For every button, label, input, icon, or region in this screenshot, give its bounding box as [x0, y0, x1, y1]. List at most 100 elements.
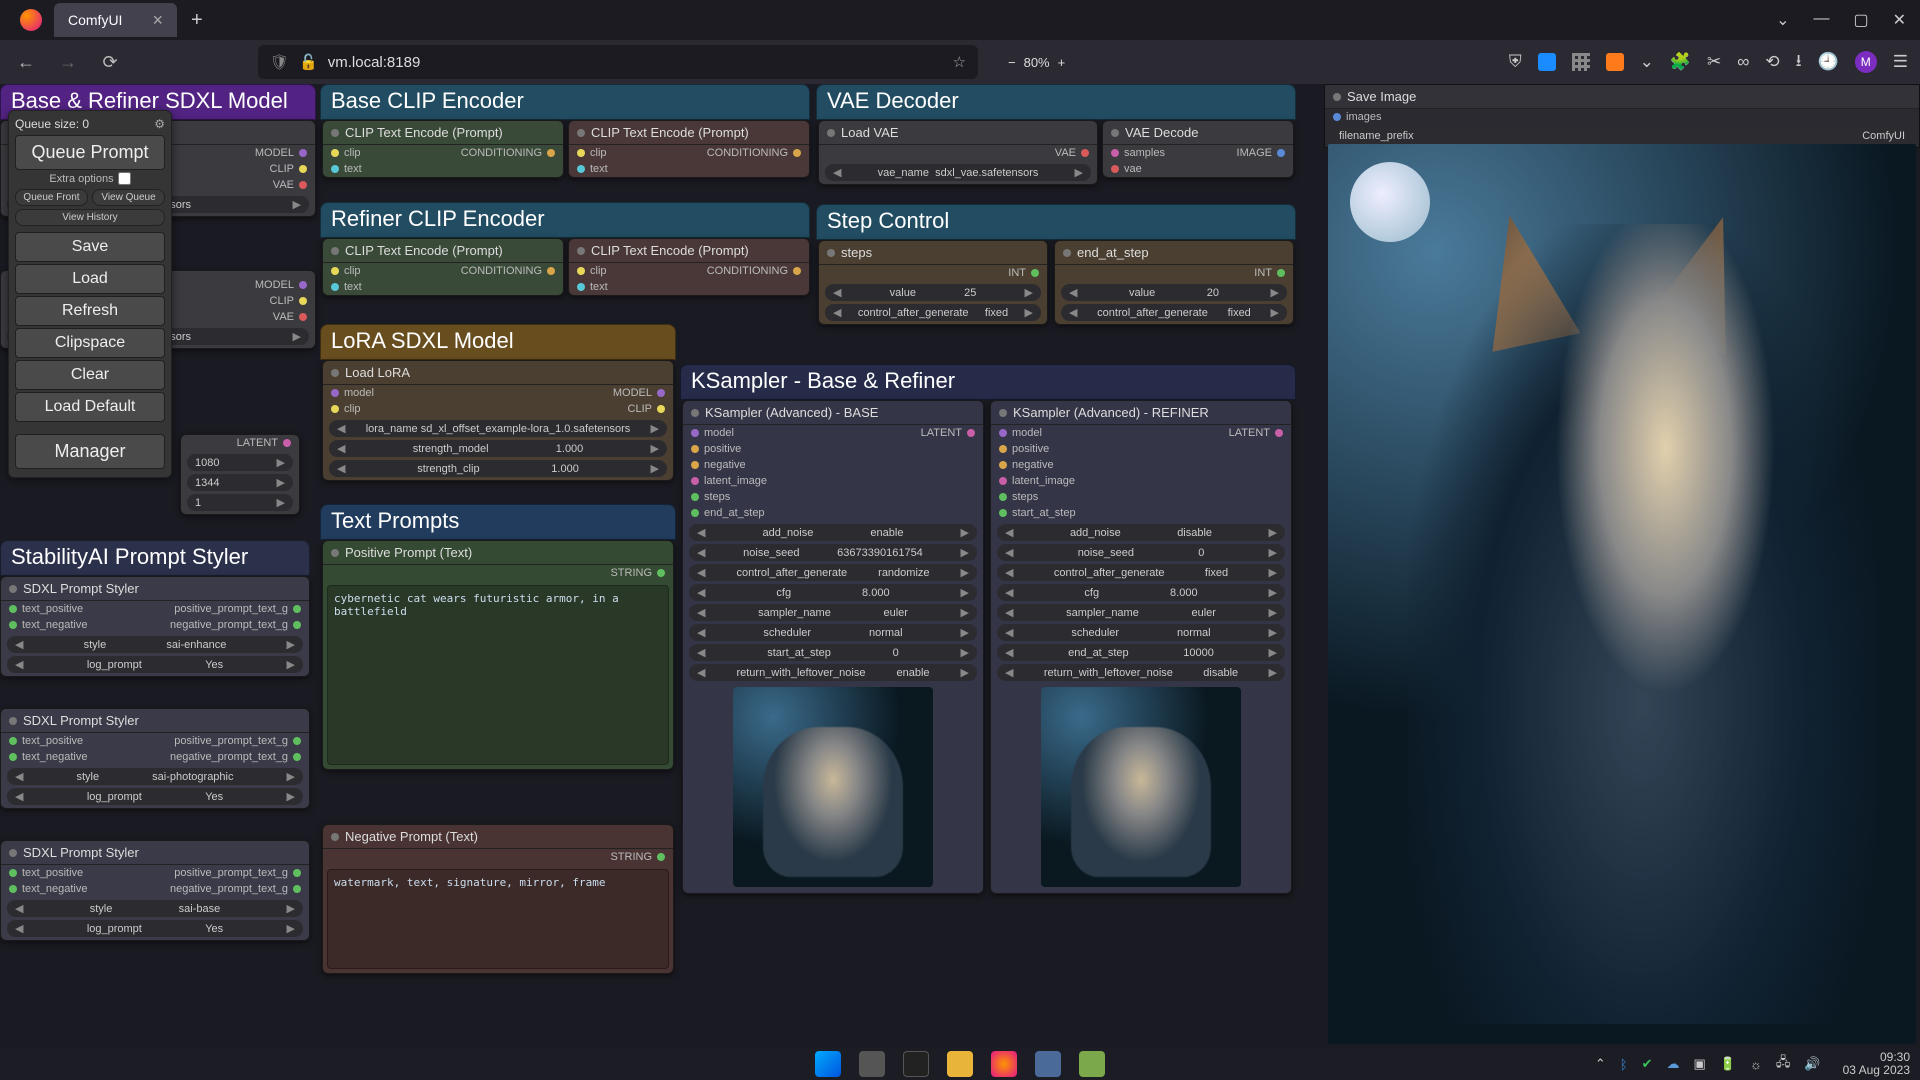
cast-icon[interactable]: ▣	[1694, 1056, 1706, 1072]
lora-strength-model[interactable]: ◀strength_model1.000▶	[329, 440, 667, 457]
extension-orange-icon[interactable]	[1606, 53, 1624, 71]
history-icon[interactable]: 🕘	[1818, 52, 1839, 72]
new-tab-button[interactable]: +	[191, 9, 203, 32]
brightness-icon[interactable]: ☼	[1750, 1057, 1762, 1072]
styler-style[interactable]: ◀stylesai-enhance▶	[7, 636, 303, 653]
lora-name[interactable]: ◀lora_name sd_xl_offset_example-lora_1.0…	[329, 420, 667, 437]
node-ksampler-refiner[interactable]: KSampler (Advanced) - REFINER modelLATEN…	[990, 400, 1292, 894]
windows-taskbar[interactable]: ⌃ ᛒ ✔ ☁ ▣ 🔋 ☼ 🖧 🔊 09:30 03 Aug 2023	[0, 1048, 1920, 1080]
downloads-icon[interactable]: ⭳	[1796, 48, 1802, 77]
tab-close-icon[interactable]: ×	[152, 10, 163, 31]
url-bar[interactable]: 🛡 🔓 vm.local:8189 ☆	[258, 45, 978, 79]
output-image[interactable]	[1328, 144, 1916, 1044]
extra-options-toggle[interactable]: Extra options	[15, 172, 165, 185]
security-icon[interactable]: ✔	[1642, 1056, 1653, 1072]
latent-batch[interactable]: 1▶	[187, 494, 293, 511]
node-sdxl-prompt-styler-0[interactable]: SDXL Prompt Stylertext_positivepositive_…	[0, 576, 310, 677]
ksampler-param-start_at_step[interactable]: ◀start_at_step0▶	[689, 644, 977, 661]
window-restore-icon[interactable]: ▢	[1853, 10, 1868, 30]
insecure-lock-icon[interactable]: 🔓	[299, 53, 318, 71]
zoom-level[interactable]: 80%	[1024, 55, 1050, 70]
sync-icon[interactable]: ⟲	[1765, 52, 1779, 72]
cut-icon[interactable]: ✂	[1707, 52, 1721, 72]
clipspace-button[interactable]: Clipspace	[15, 328, 165, 358]
view-queue-button[interactable]: View Queue	[92, 189, 165, 206]
latent-width[interactable]: 1080▶	[187, 454, 293, 471]
infinity-icon[interactable]: ∞	[1737, 52, 1749, 72]
volume-icon[interactable]: 🔊	[1804, 1056, 1820, 1072]
node-load-lora[interactable]: Load LoRA modelMODEL clipCLIP ◀lora_name…	[322, 360, 674, 481]
node-positive-prompt[interactable]: Positive Prompt (Text) STRING cybernetic…	[322, 540, 674, 770]
ksampler-param-return_with_leftover_noise[interactable]: ◀return_with_leftover_noiseenable▶	[689, 664, 977, 681]
comfyui-control-panel[interactable]: Queue size: 0⚙ Queue Prompt Extra option…	[8, 110, 172, 478]
ksampler-param-control_after_generate[interactable]: ◀control_after_generatefixed▶	[997, 564, 1285, 581]
node-sdxl-prompt-styler-1[interactable]: SDXL Prompt Stylertext_positivepositive_…	[0, 708, 310, 809]
ksampler-param-add_noise[interactable]: ◀add_noisedisable▶	[997, 524, 1285, 541]
node-negative-prompt[interactable]: Negative Prompt (Text) STRING watermark,…	[322, 824, 674, 974]
ksampler-param-cfg[interactable]: ◀cfg8.000▶	[997, 584, 1285, 601]
terminal-icon[interactable]	[903, 1051, 929, 1077]
view-history-button[interactable]: View History	[15, 209, 165, 226]
ksampler-param-scheduler[interactable]: ◀schedulernormal▶	[997, 624, 1285, 641]
node-clip-encode-base-pos[interactable]: CLIP Text Encode (Prompt) clipCONDITIONI…	[322, 120, 564, 178]
notepad-icon[interactable]	[1079, 1051, 1105, 1077]
styler-log[interactable]: ◀log_promptYes▶	[7, 788, 303, 805]
styler-log[interactable]: ◀log_promptYes▶	[7, 656, 303, 673]
node-clip-encode-base-neg[interactable]: CLIP Text Encode (Prompt) clipCONDITIONI…	[568, 120, 810, 178]
ksampler-param-return_with_leftover_noise[interactable]: ◀return_with_leftover_noisedisable▶	[997, 664, 1285, 681]
lora-strength-clip[interactable]: ◀strength_clip1.000▶	[329, 460, 667, 477]
extra-options-checkbox[interactable]	[118, 172, 131, 185]
window-close-icon[interactable]: ✕	[1893, 10, 1906, 30]
node-sdxl-prompt-styler-2[interactable]: SDXL Prompt Stylertext_positivepositive_…	[0, 840, 310, 941]
node-clip-encode-ref-neg[interactable]: CLIP Text Encode (Prompt) clipCONDITIONI…	[568, 238, 810, 296]
ksampler-param-add_noise[interactable]: ◀add_noiseenable▶	[689, 524, 977, 541]
styler-style[interactable]: ◀stylesai-photographic▶	[7, 768, 303, 785]
filename-prefix[interactable]: filename_prefixComfyUI	[1331, 128, 1913, 144]
group-styler[interactable]: StabilityAI Prompt Styler	[0, 540, 310, 576]
ksampler-param-noise_seed[interactable]: ◀noise_seed63673390161754▶	[689, 544, 977, 561]
tab-dropdown-icon[interactable]: ⌄	[1776, 10, 1789, 30]
file-explorer-icon[interactable]	[947, 1051, 973, 1077]
node-clip-encode-ref-pos[interactable]: CLIP Text Encode (Prompt) clipCONDITIONI…	[322, 238, 564, 296]
extensions-icon[interactable]: 🧩	[1670, 52, 1691, 72]
positive-prompt-text[interactable]: cybernetic cat wears futuristic armor, i…	[327, 585, 669, 765]
node-end-at-step[interactable]: end_at_step INT ◀value20▶ ◀control_after…	[1054, 240, 1294, 325]
end-at-cag[interactable]: ◀control_after_generatefixed▶	[1061, 304, 1287, 321]
reload-button[interactable]: ⟳	[96, 48, 124, 76]
styler-style[interactable]: ◀stylesai-base▶	[7, 900, 303, 917]
group-lora[interactable]: LoRA SDXL Model	[320, 324, 676, 360]
shield-icon[interactable]: 🛡	[270, 53, 289, 71]
node-vae-decode[interactable]: VAE Decode samplesIMAGE vae	[1102, 120, 1294, 178]
ksampler-param-sampler_name[interactable]: ◀sampler_nameeuler▶	[997, 604, 1285, 621]
comfyui-workspace[interactable]: Base & Refiner SDXL Model Base CLIP Enco…	[0, 84, 1920, 1048]
settings-gear-icon[interactable]: ⚙	[154, 117, 165, 131]
zoom-out-button[interactable]: −	[1008, 55, 1016, 70]
latent-height[interactable]: 1344▶	[187, 474, 293, 491]
app-menu-icon[interactable]: ☰	[1893, 52, 1908, 72]
refresh-button[interactable]: Refresh	[15, 296, 165, 326]
group-text-prompts[interactable]: Text Prompts	[320, 504, 676, 540]
queue-front-button[interactable]: Queue Front	[15, 189, 88, 206]
extension-grid-icon[interactable]	[1572, 53, 1590, 71]
task-view-icon[interactable]	[859, 1051, 885, 1077]
steps-value[interactable]: ◀value25▶	[825, 284, 1041, 301]
ksampler-param-cfg[interactable]: ◀cfg8.000▶	[689, 584, 977, 601]
browser-tab[interactable]: ComfyUI ×	[54, 3, 177, 37]
ublock-icon[interactable]: ⛨	[1509, 52, 1522, 72]
save-button[interactable]: Save	[15, 232, 165, 262]
styler-log[interactable]: ◀log_promptYes▶	[7, 920, 303, 937]
ksampler-param-scheduler[interactable]: ◀schedulernormal▶	[689, 624, 977, 641]
bluetooth-icon[interactable]: ᛒ	[1620, 1057, 1628, 1072]
calculator-icon[interactable]	[1035, 1051, 1061, 1077]
node-empty-latent[interactable]: LATENT 1080▶ 1344▶ 1▶	[180, 434, 300, 515]
back-button[interactable]: ←	[12, 48, 40, 76]
pocket-icon[interactable]: ⌄	[1640, 52, 1654, 72]
load-default-button[interactable]: Load Default	[15, 392, 165, 422]
ksampler-param-end_at_step[interactable]: ◀end_at_step10000▶	[997, 644, 1285, 661]
vae-name[interactable]: ◀vae_name sdxl_vae.safetensors▶	[825, 164, 1091, 181]
end-at-value[interactable]: ◀value20▶	[1061, 284, 1287, 301]
manager-button[interactable]: Manager	[15, 434, 165, 469]
load-button[interactable]: Load	[15, 264, 165, 294]
ksampler-param-sampler_name[interactable]: ◀sampler_nameeuler▶	[689, 604, 977, 621]
window-minimize-icon[interactable]: —	[1813, 10, 1829, 30]
